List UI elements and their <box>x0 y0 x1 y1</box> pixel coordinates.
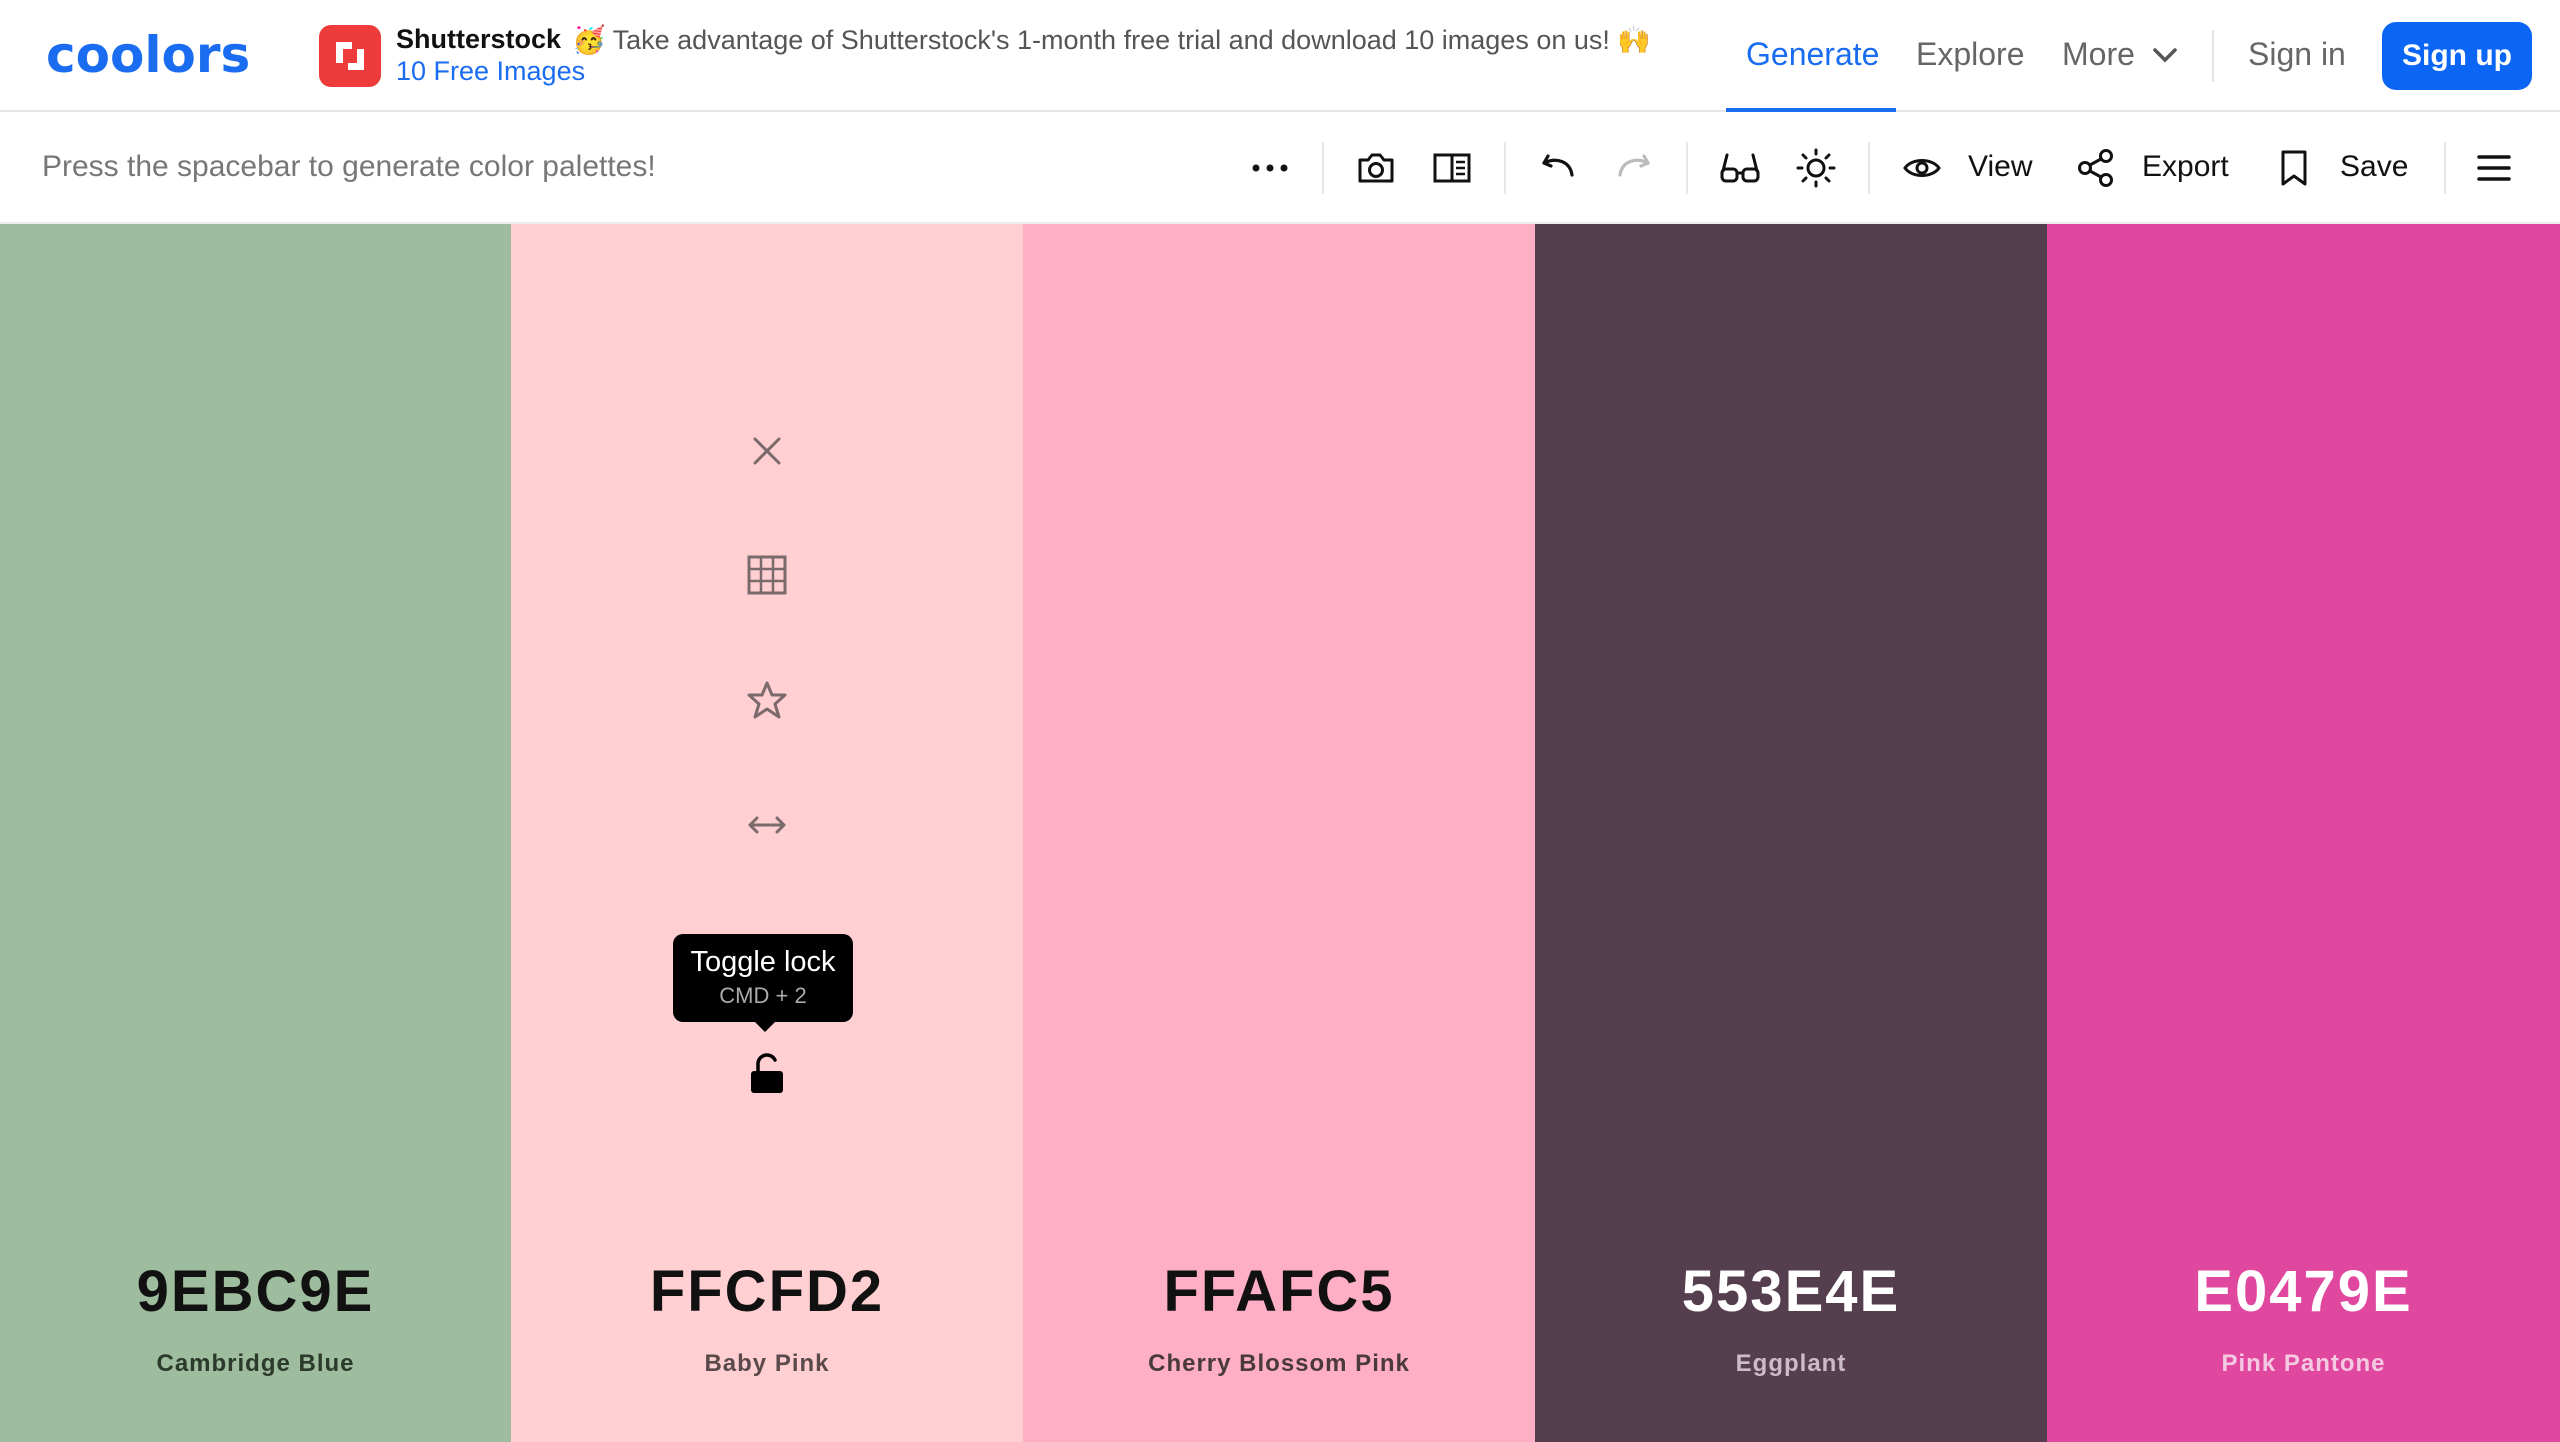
ad-text: 🥳 Take advantage of Shutterstock's 1-mon… <box>572 25 1651 55</box>
nav-more[interactable]: More <box>2062 36 2135 73</box>
redo-icon[interactable] <box>1612 146 1656 190</box>
toolbar-divider <box>1504 142 1506 194</box>
top-nav: coolors Shutterstock 🥳 Take advantage of… <box>0 0 2560 112</box>
color-swatch[interactable]: Toggle lock CMD + 2 FFCFD2 Baby Pink <box>511 224 1023 1442</box>
hex-code[interactable]: 9EBC9E <box>0 1258 511 1325</box>
spacebar-hint: Press the spacebar to generate color pal… <box>42 150 656 183</box>
toolbar-divider <box>2444 142 2446 194</box>
export-button[interactable]: Export <box>2142 150 2229 184</box>
nav-explore[interactable]: Explore <box>1916 36 2025 73</box>
camera-icon[interactable] <box>1354 146 1398 190</box>
chevron-down-icon[interactable] <box>2152 46 2178 64</box>
toggle-lock-tooltip: Toggle lock CMD + 2 <box>673 934 853 1032</box>
hamburger-menu-icon[interactable] <box>2472 146 2516 190</box>
color-swatch[interactable]: E0479E Pink Pantone <box>2047 224 2560 1442</box>
color-name[interactable]: Cherry Blossom Pink <box>1023 1350 1535 1378</box>
toolbar-divider <box>1686 142 1688 194</box>
view-button[interactable]: View <box>1968 150 2032 184</box>
shades-grid-icon[interactable] <box>742 550 792 600</box>
color-swatch[interactable]: 553E4E Eggplant <box>1535 224 2047 1442</box>
tooltip-arrow <box>755 1022 775 1032</box>
ad-free-images-link[interactable]: 10 Free Images <box>396 56 585 87</box>
share-icon[interactable] <box>2074 146 2118 190</box>
nav-divider <box>2212 30 2214 82</box>
eye-icon[interactable] <box>1900 146 1944 190</box>
hex-code[interactable]: 553E4E <box>1535 1258 2047 1325</box>
color-name[interactable]: Cambridge Blue <box>0 1350 511 1378</box>
hex-code[interactable]: FFAFC5 <box>1023 1258 1535 1325</box>
svg-text:coolors: coolors <box>46 26 250 84</box>
color-name[interactable]: Baby Pink <box>511 1350 1023 1378</box>
color-swatch[interactable]: FFAFC5 Cherry Blossom Pink <box>1023 224 1535 1442</box>
save-button[interactable]: Save <box>2340 150 2408 184</box>
glasses-icon[interactable] <box>1718 146 1762 190</box>
remove-color-icon[interactable] <box>742 426 792 476</box>
star-icon[interactable] <box>742 675 792 725</box>
bookmark-icon[interactable] <box>2272 146 2316 190</box>
shutterstock-icon[interactable] <box>319 25 381 87</box>
split-view-icon[interactable] <box>1430 146 1474 190</box>
tooltip-shortcut: CMD + 2 <box>719 983 807 1008</box>
toolbar: Press the spacebar to generate color pal… <box>0 112 2560 224</box>
coolors-logo[interactable]: coolors <box>46 26 270 86</box>
palette: 9EBC9E Cambridge Blue Toggle lock CMD + … <box>0 224 2560 1442</box>
sign-up-button[interactable]: Sign up <box>2382 22 2532 90</box>
nav-generate[interactable]: Generate <box>1746 36 1879 73</box>
more-options-icon[interactable] <box>1248 146 1292 190</box>
unlock-icon[interactable] <box>742 1048 792 1098</box>
toolbar-divider <box>1868 142 1870 194</box>
color-name[interactable]: Eggplant <box>1535 1350 2047 1378</box>
ad-title: Shutterstock <box>396 24 562 54</box>
toolbar-divider <box>1322 142 1324 194</box>
undo-icon[interactable] <box>1536 146 1580 190</box>
color-swatch[interactable]: 9EBC9E Cambridge Blue <box>0 224 511 1442</box>
color-name[interactable]: Pink Pantone <box>2047 1350 2560 1378</box>
tooltip-title: Toggle lock <box>690 946 836 978</box>
hex-code[interactable]: E0479E <box>2047 1258 2560 1325</box>
sun-icon[interactable] <box>1794 146 1838 190</box>
hex-code[interactable]: FFCFD2 <box>511 1258 1023 1325</box>
sign-in-link[interactable]: Sign in <box>2248 36 2346 73</box>
drag-arrows-icon[interactable] <box>742 800 792 850</box>
